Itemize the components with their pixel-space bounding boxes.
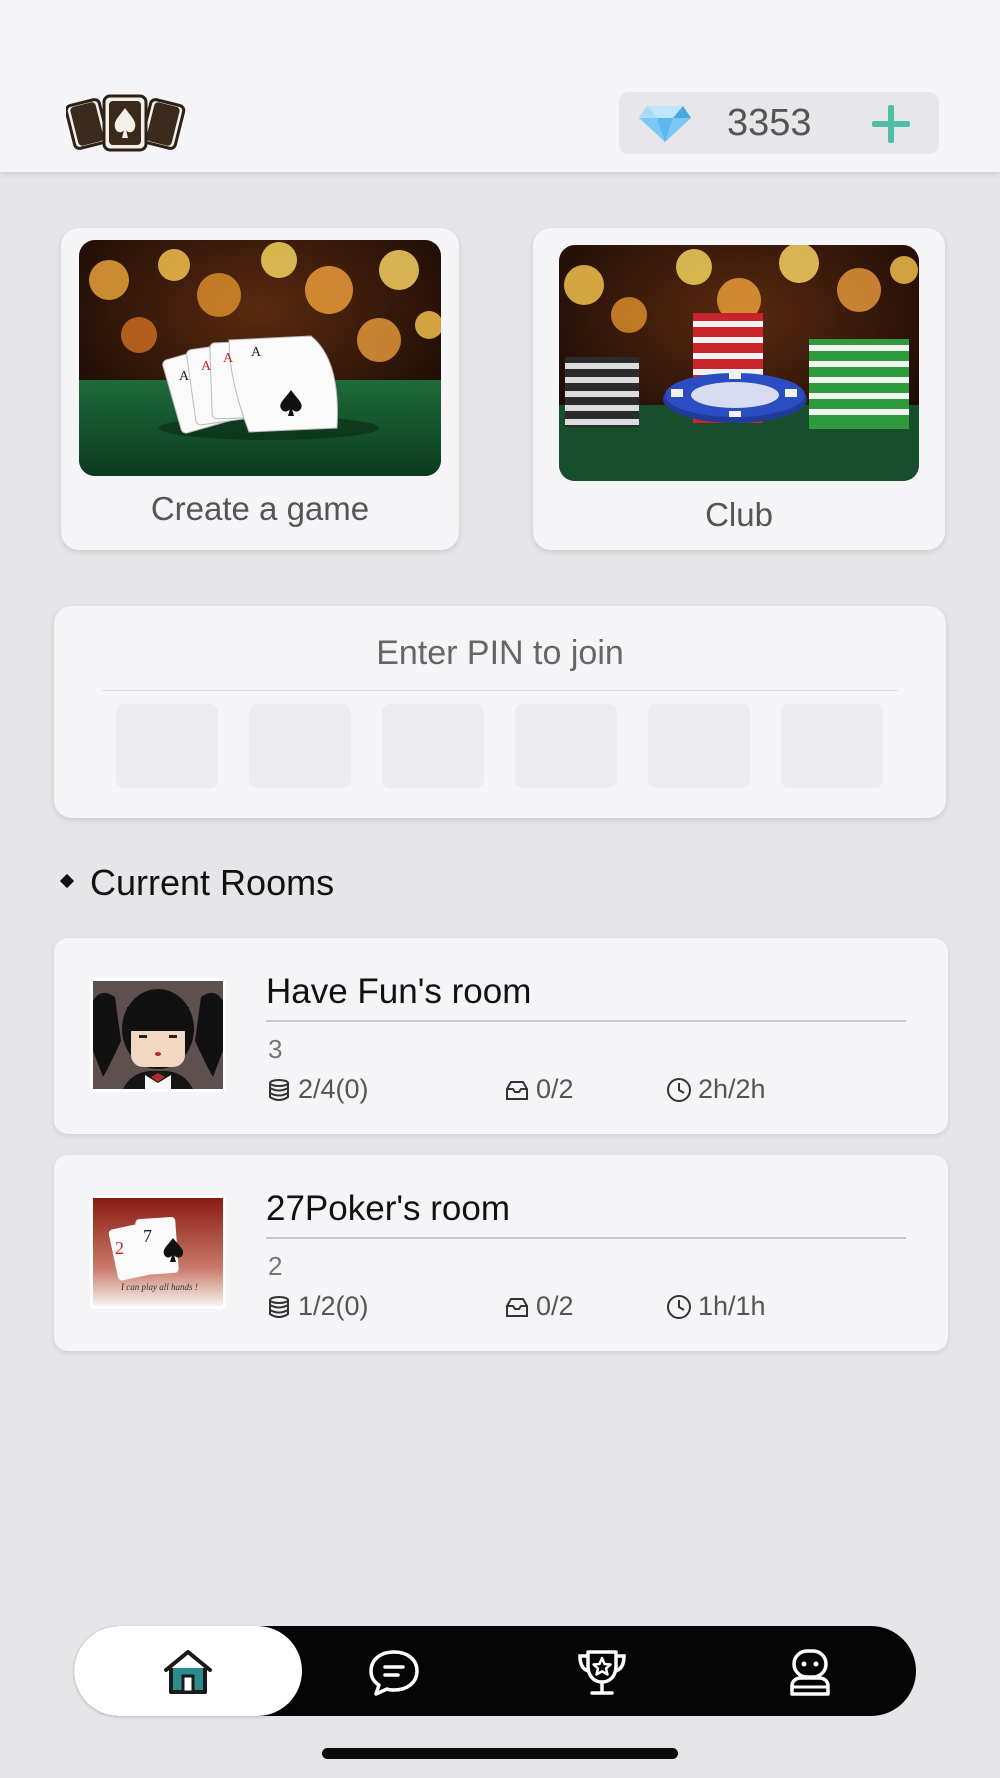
chips-stack-icon [269,1078,289,1101]
pin-digit-3[interactable] [382,704,484,788]
room-avatar: 2 7 I can play all hands ! [90,1195,226,1309]
pin-entry-card: Enter PIN to join [54,606,946,818]
svg-text:A: A [179,369,190,384]
seat-tray-icon [506,1297,528,1317]
room-card[interactable]: Have Fun's room 3 2/4(0) 0/2 2h/2h [54,938,948,1134]
bullet-diamond-icon [59,874,75,889]
add-gems-plus-icon[interactable] [869,102,913,146]
pin-digit-4[interactable] [515,704,617,788]
current-rooms-title: Current Rooms [90,862,335,903]
create-game-image: A A A A [79,240,441,476]
room-seats: 0/2 [504,1291,574,1322]
home-indicator[interactable] [322,1748,678,1759]
gem-balance: 3353 [619,92,939,154]
pin-title: Enter PIN to join [376,634,624,672]
pin-digit-5[interactable] [648,704,750,788]
room-seats: 0/2 [504,1074,574,1105]
room-blinds-value: 2/4(0) [298,1074,369,1104]
svg-text:I can play all hands !: I can play all hands ! [120,1282,198,1292]
room-name: Have Fun's room [266,972,532,1011]
room-time: 1h/1h [666,1291,766,1322]
svg-text:A: A [251,345,262,360]
room-player-count: 3 [268,1034,283,1064]
seat-tray-icon [506,1080,528,1100]
club-label: Club [705,496,773,533]
club-tile[interactable]: Club [533,228,945,550]
pin-digit-2[interactable] [249,704,351,788]
svg-text:2: 2 [115,1238,124,1258]
top-header: 3353 [0,0,1000,172]
svg-text:A: A [201,359,212,374]
room-blinds-value: 1/2(0) [298,1291,369,1321]
pin-digit-6[interactable] [781,704,883,788]
room-seats-value: 0/2 [536,1291,574,1321]
club-image [559,245,919,481]
home-icon [164,1650,212,1694]
room-avatar [90,978,226,1092]
room-player-count: 2 [268,1251,283,1281]
bottom-nav-bar [74,1626,916,1716]
room-time-value: 1h/1h [698,1291,766,1321]
svg-text:7: 7 [143,1226,152,1246]
chips-stack-icon [269,1295,289,1318]
room-name: 27Poker's room [266,1189,511,1228]
chat-icon[interactable] [366,1646,422,1698]
gem-count: 3353 [727,102,812,144]
room-divider [266,1237,906,1239]
trophy-icon[interactable] [574,1646,630,1698]
pin-digit-1[interactable] [116,704,218,788]
current-rooms-heading: Current Rooms [59,862,335,904]
clock-icon [667,1077,691,1102]
diamond-icon [639,106,691,142]
create-game-tile[interactable]: A A A A Create a game [61,228,459,550]
room-blinds: 2/4(0) [266,1074,369,1105]
room-card[interactable]: 2 7 I can play all hands ! 27Poker's roo… [54,1155,948,1351]
profile-icon[interactable] [782,1646,838,1698]
clock-icon [667,1294,691,1319]
room-time-value: 2h/2h [698,1074,766,1104]
nav-home-tab[interactable] [74,1626,302,1716]
room-divider [266,1020,906,1022]
room-time: 2h/2h [666,1074,766,1105]
create-game-label: Create a game [150,490,370,527]
pin-divider [102,690,898,691]
cards-logo-icon [66,94,186,152]
svg-text:A: A [223,351,234,366]
room-seats-value: 0/2 [536,1074,574,1104]
room-blinds: 1/2(0) [266,1291,369,1322]
